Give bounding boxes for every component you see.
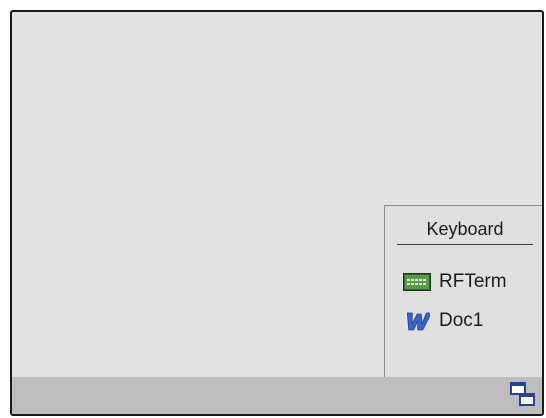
menu-item-label: RFTerm (439, 271, 507, 292)
window-switch-icon[interactable] (510, 382, 536, 408)
menu-item-label: Doc1 (439, 310, 484, 331)
word-doc-icon (403, 310, 431, 332)
keyboard-icon (403, 271, 431, 293)
device-screen: Keyboard RFTerm Doc1 (10, 10, 544, 416)
menu-item-rfterm[interactable]: RFTerm (403, 269, 507, 295)
menu-item-doc1[interactable]: Doc1 (403, 308, 483, 334)
taskbar (12, 377, 542, 414)
menu-title: Keyboard (397, 218, 533, 245)
keyboard-popup-menu: Keyboard RFTerm Doc1 (384, 205, 542, 380)
